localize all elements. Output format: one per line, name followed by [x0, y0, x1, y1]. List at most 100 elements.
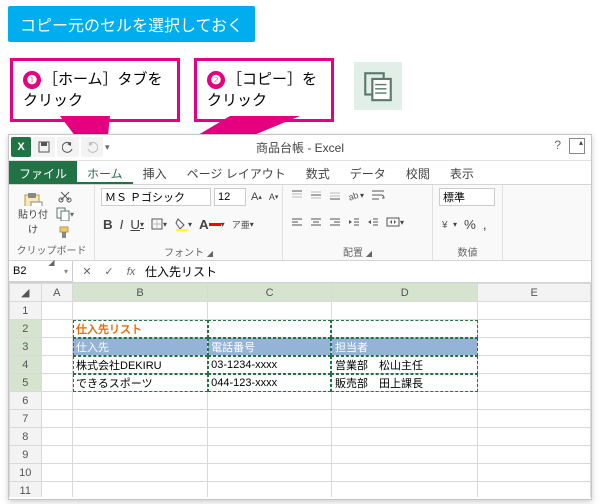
cell-a1[interactable] — [41, 302, 73, 320]
increase-font-button[interactable]: A▴ — [249, 190, 264, 204]
row-header-6[interactable]: 6 — [10, 392, 42, 410]
cell-e4[interactable] — [478, 356, 591, 374]
qat-undo-button[interactable] — [57, 137, 79, 157]
name-box[interactable]: B2▾ — [9, 261, 73, 282]
row-header-3[interactable]: 3 — [10, 338, 42, 356]
cell-b3[interactable]: 仕入先 — [73, 338, 208, 356]
cell-d4[interactable]: 営業部 松山主任 — [331, 356, 477, 374]
decrease-indent-button[interactable] — [346, 215, 362, 229]
cell-e3[interactable] — [478, 338, 591, 356]
accounting-format-button[interactable]: ¥▾ — [439, 217, 459, 231]
col-header-a[interactable]: A — [41, 284, 73, 302]
cell-b5[interactable]: できるスポーツ — [73, 374, 208, 392]
tab-insert[interactable]: 挿入 — [133, 161, 177, 184]
cell-e7[interactable] — [478, 410, 591, 428]
merge-center-button[interactable]: ▾ — [384, 215, 406, 229]
cell-e2[interactable] — [478, 320, 591, 338]
cell-a8[interactable] — [41, 428, 73, 446]
cell-b10[interactable] — [73, 464, 208, 482]
cell-e9[interactable] — [478, 446, 591, 464]
copy-button[interactable]: ▾ — [54, 206, 76, 222]
cell-c5[interactable]: 044-123-xxxx — [208, 374, 332, 392]
tab-view[interactable]: 表示 — [440, 161, 484, 184]
tab-file[interactable]: ファイル — [9, 161, 77, 184]
col-header-c[interactable]: C — [208, 284, 332, 302]
tab-formulas[interactable]: 数式 — [296, 161, 340, 184]
cell-d11[interactable] — [331, 482, 477, 498]
cell-c7[interactable] — [208, 410, 332, 428]
cell-d9[interactable] — [331, 446, 477, 464]
bold-button[interactable]: B — [101, 216, 115, 233]
row-header-5[interactable]: 5 — [10, 374, 42, 392]
align-bottom-button[interactable] — [327, 188, 343, 202]
percent-format-button[interactable]: % — [462, 216, 478, 233]
tab-review[interactable]: 校閲 — [396, 161, 440, 184]
cell-d1[interactable] — [331, 302, 477, 320]
cell-c9[interactable] — [208, 446, 332, 464]
cell-c3[interactable]: 電話番号 — [208, 338, 332, 356]
cell-d7[interactable] — [331, 410, 477, 428]
cell-b9[interactable] — [73, 446, 208, 464]
row-header-4[interactable]: 4 — [10, 356, 42, 374]
worksheet-grid[interactable]: ◢ A B C D E 1 2仕入先リスト 3仕入先電話番号担当者 4株式会社D… — [9, 283, 591, 497]
cell-d10[interactable] — [331, 464, 477, 482]
row-header-9[interactable]: 9 — [10, 446, 42, 464]
number-format-select[interactable] — [439, 188, 495, 206]
cell-c11[interactable] — [208, 482, 332, 498]
enter-formula-button[interactable]: ✓ — [101, 265, 117, 278]
cell-a10[interactable] — [41, 464, 73, 482]
font-name-select[interactable] — [101, 188, 211, 206]
align-top-button[interactable] — [289, 188, 305, 202]
cell-b1[interactable] — [73, 302, 208, 320]
format-painter-button[interactable] — [54, 224, 76, 240]
ribbon-display-button[interactable]: ▴ — [569, 138, 585, 154]
row-header-8[interactable]: 8 — [10, 428, 42, 446]
fill-color-button[interactable]: ▾ — [172, 216, 194, 232]
align-center-button[interactable] — [308, 215, 324, 229]
cell-d3[interactable]: 担当者 — [331, 338, 477, 356]
cell-c10[interactable] — [208, 464, 332, 482]
cell-d5[interactable]: 販売部 田上課長 — [331, 374, 477, 392]
orientation-button[interactable]: ab▾ — [346, 188, 366, 202]
col-header-d[interactable]: D — [331, 284, 477, 302]
cell-a6[interactable] — [41, 392, 73, 410]
row-header-1[interactable]: 1 — [10, 302, 42, 320]
cell-e6[interactable] — [478, 392, 591, 410]
cell-d2[interactable] — [331, 320, 477, 338]
row-header-10[interactable]: 10 — [10, 464, 42, 482]
font-size-select[interactable] — [214, 188, 246, 206]
cell-c6[interactable] — [208, 392, 332, 410]
cell-a4[interactable] — [41, 356, 73, 374]
cell-a5[interactable] — [41, 374, 73, 392]
align-right-button[interactable] — [327, 215, 343, 229]
tab-data[interactable]: データ — [340, 161, 396, 184]
cell-d8[interactable] — [331, 428, 477, 446]
align-middle-button[interactable] — [308, 188, 324, 202]
font-color-button[interactable]: A▾ — [197, 216, 227, 233]
col-header-b[interactable]: B — [73, 284, 208, 302]
cell-b4[interactable]: 株式会社DEKIRU — [73, 356, 208, 374]
cell-e5[interactable] — [478, 374, 591, 392]
align-left-button[interactable] — [289, 215, 305, 229]
cell-b8[interactable] — [73, 428, 208, 446]
formula-input[interactable] — [145, 265, 585, 279]
qat-customize-dropdown[interactable]: ▾ — [105, 142, 110, 153]
tab-home[interactable]: ホーム — [77, 161, 133, 184]
col-header-e[interactable]: E — [478, 284, 591, 302]
decrease-font-button[interactable]: A▾ — [267, 191, 281, 203]
row-header-2[interactable]: 2 — [10, 320, 42, 338]
paste-button[interactable]: 貼り付け — [15, 191, 51, 237]
help-button[interactable]: ? — [554, 138, 561, 154]
cell-e11[interactable] — [478, 482, 591, 498]
increase-indent-button[interactable] — [365, 215, 381, 229]
underline-button[interactable]: U▾ — [128, 216, 146, 233]
cell-a11[interactable] — [41, 482, 73, 498]
wrap-text-button[interactable] — [369, 188, 387, 202]
fx-button[interactable]: fx — [123, 266, 139, 278]
cell-b2[interactable]: 仕入先リスト — [73, 320, 208, 338]
italic-button[interactable]: I — [118, 216, 126, 233]
cell-b6[interactable] — [73, 392, 208, 410]
cell-e10[interactable] — [478, 464, 591, 482]
cell-c8[interactable] — [208, 428, 332, 446]
row-header-7[interactable]: 7 — [10, 410, 42, 428]
